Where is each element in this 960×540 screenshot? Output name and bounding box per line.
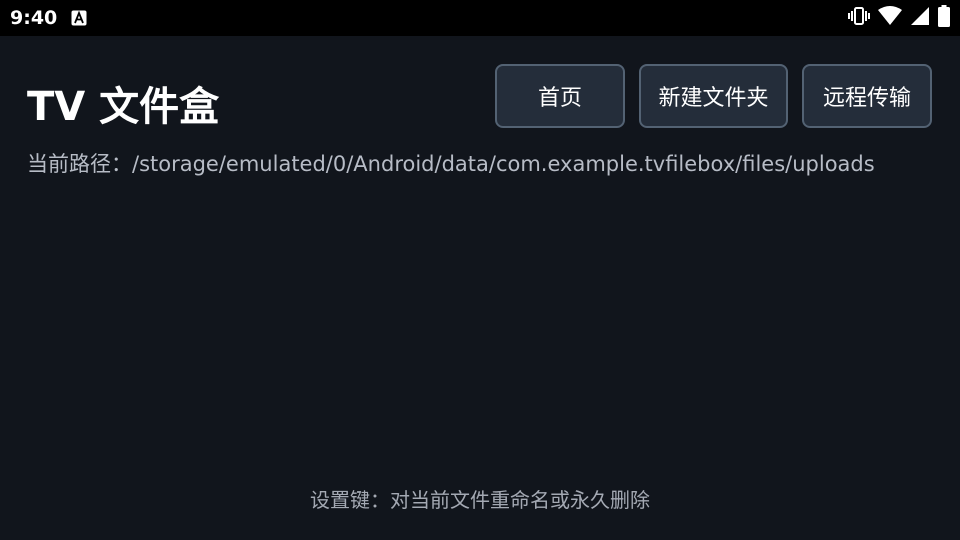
battery-icon [938, 5, 950, 31]
wifi-icon [878, 6, 902, 30]
settings-hint: 设置键：对当前文件重命名或永久删除 [310, 488, 650, 512]
remote-transfer-button[interactable]: 远程传输 [802, 64, 932, 128]
current-path-label: 当前路径：/storage/emulated/0/Android/data/co… [27, 152, 875, 176]
file-browser-screen: TV 文件盒 首页 新建文件夹 远程传输 当前路径：/storage/emula… [0, 36, 960, 540]
status-time: 9:40 [10, 7, 58, 29]
accessibility-a-icon [71, 10, 87, 26]
vibrate-icon [848, 6, 870, 30]
signal-icon [910, 6, 930, 30]
status-icons [848, 5, 950, 31]
home-button[interactable]: 首页 [495, 64, 625, 128]
status-bar: 9:40 [0, 0, 960, 36]
app-title: TV 文件盒 [27, 84, 220, 130]
new-folder-button[interactable]: 新建文件夹 [639, 64, 788, 128]
